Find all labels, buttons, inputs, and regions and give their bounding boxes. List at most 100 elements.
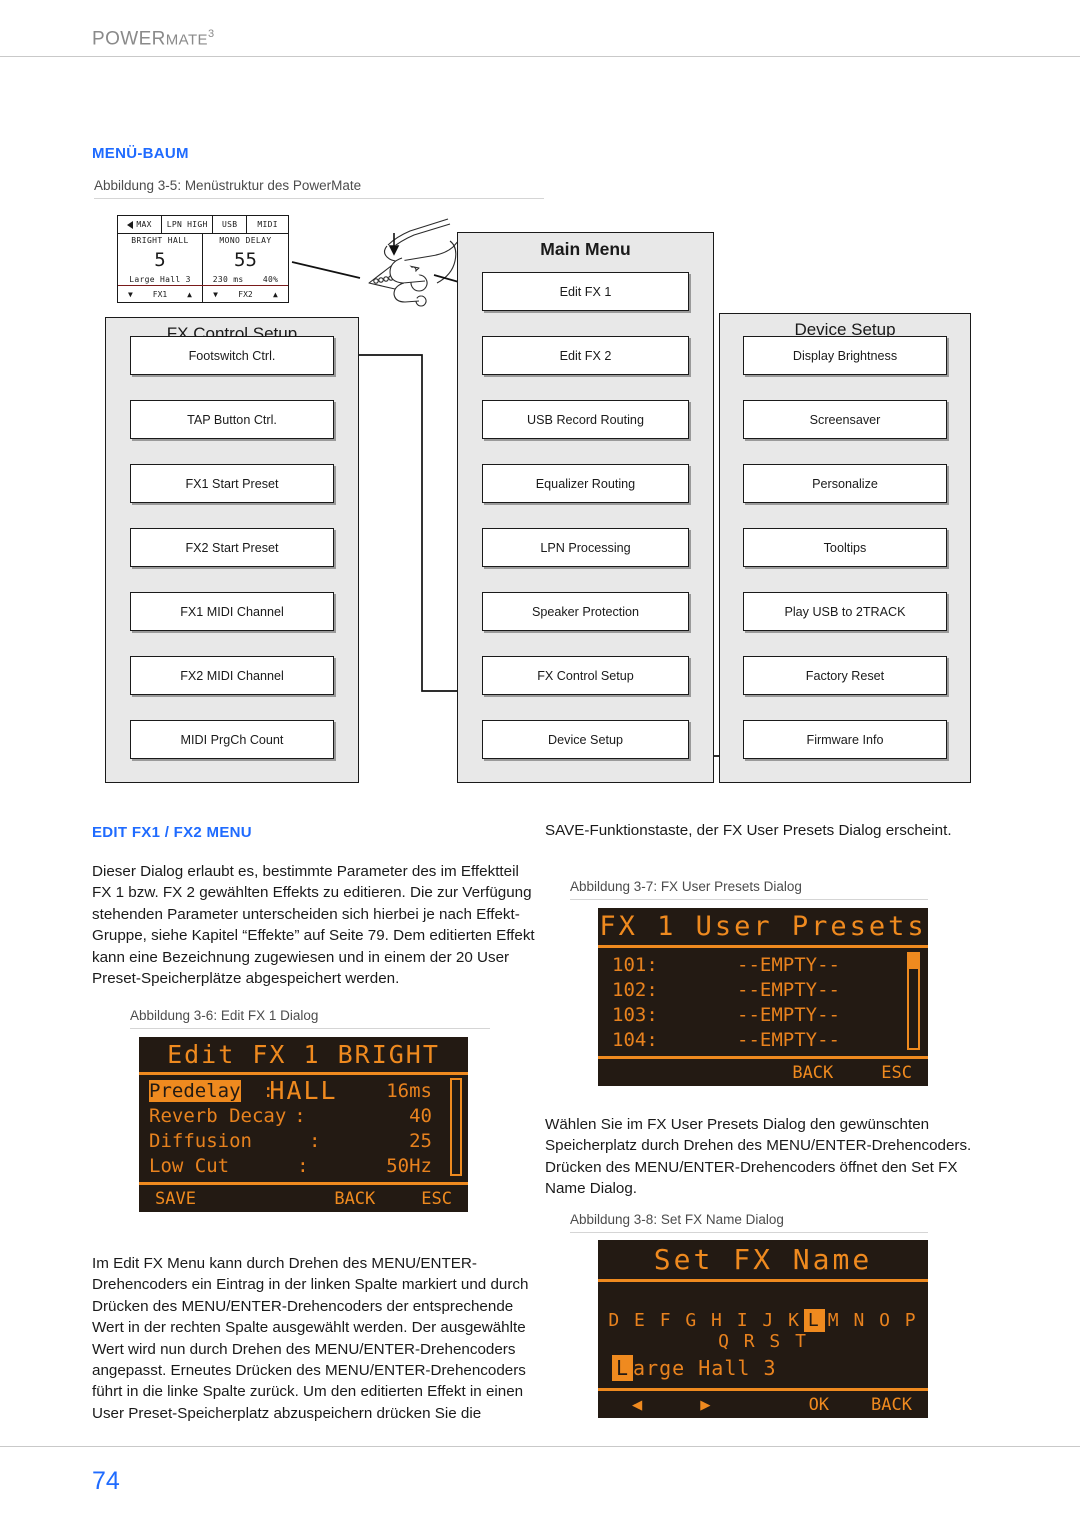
body-paragraph-right-1: SAVE-Funktionstaste, der FX User Presets…: [545, 820, 992, 841]
fx2-effect-name: MONO DELAY: [219, 236, 272, 245]
lcd-row-separator: :: [308, 1129, 321, 1152]
body-paragraph-right-2: Wählen Sie im FX User Presets Dialog den…: [545, 1114, 992, 1200]
status-midi: MIDI: [257, 220, 278, 229]
lcd-preset-row[interactable]: 102: --EMPTY--: [598, 977, 928, 1002]
lcd-scrollbar[interactable]: [450, 1078, 462, 1176]
node-play-usb-to-2track[interactable]: Play USB to 2TRACK: [743, 592, 947, 631]
preset-value: --EMPTY--: [737, 953, 840, 976]
lcd-row-value: 16ms: [386, 1079, 432, 1102]
name-first-char: L: [612, 1355, 634, 1381]
preset-value: --EMPTY--: [737, 978, 840, 1001]
lcd-alphabet-selector[interactable]: D E F G H I J KLM N O P Q R S T: [598, 1309, 928, 1352]
fx1-up-icon: ▲: [187, 290, 192, 299]
preset-value: --EMPTY--: [737, 1028, 840, 1051]
node-midi-prgch-count[interactable]: MIDI PrgCh Count: [130, 720, 334, 759]
footer-divider: [0, 1446, 1080, 1447]
softkey-right-arrow-icon[interactable]: ▶: [700, 1395, 710, 1415]
lcd-row-diffusion[interactable]: Diffusion : 25: [139, 1128, 468, 1153]
preset-slot: 102:: [612, 978, 658, 1001]
fx1-down-icon: ▼: [127, 290, 133, 299]
node-edit-fx-2[interactable]: Edit FX 2: [482, 336, 689, 375]
node-usb-record-routing[interactable]: USB Record Routing: [482, 400, 689, 439]
lcd-preset-row[interactable]: 103: --EMPTY--: [598, 1002, 928, 1027]
softkey-left-arrow-icon[interactable]: ◀: [632, 1395, 642, 1415]
softkey-ok[interactable]: OK: [809, 1395, 829, 1415]
lcd-row-reverb-decay[interactable]: Reverb Decay : 40: [139, 1103, 468, 1128]
device-lcd-overview: MAX LPN HIGH USB MIDI BRIGHT HALL 5 Larg…: [117, 215, 289, 303]
softkey-back[interactable]: BACK: [871, 1395, 912, 1415]
node-screensaver[interactable]: Screensaver: [743, 400, 947, 439]
fx2-label: FX2: [238, 290, 253, 299]
lcd-edit-fx1-dialog: Edit FX 1 BRIGHT HALL Predelay : 16ms Re…: [139, 1037, 468, 1212]
node-fx2-start-preset[interactable]: FX2 Start Preset: [130, 528, 334, 567]
running-head: POWERMATE3: [92, 28, 214, 50]
lcd-row-predelay[interactable]: Predelay : 16ms: [139, 1078, 468, 1103]
device-lcd-softkeys: ▼ FX1 ▲ ▼ FX2 ▲: [118, 285, 288, 303]
node-display-brightness[interactable]: Display Brightness: [743, 336, 947, 375]
node-factory-reset[interactable]: Factory Reset: [743, 656, 947, 695]
section-heading-edit-fx-label: EDIT FX1 / FX2 MENU: [92, 824, 252, 841]
section-heading-edit-fx: EDIT FX1 / FX2 MENU: [92, 824, 252, 842]
alphabet-before: D E F G H I J K: [608, 1310, 801, 1331]
lcd-row-value: 25: [409, 1129, 432, 1152]
fx2-preset-number: 55: [234, 248, 257, 271]
lcd-scrollbar[interactable]: [907, 952, 920, 1050]
group-title-main-menu: Main Menu: [540, 239, 631, 259]
node-device-setup[interactable]: Device Setup: [482, 720, 689, 759]
paragraph-text: SAVE-Funktionstaste, der FX User Presets…: [545, 822, 952, 839]
paragraph-text: Dieser Dialog erlaubt es, bestimmte Para…: [92, 863, 535, 988]
node-fx1-midi-channel[interactable]: FX1 MIDI Channel: [130, 592, 334, 631]
header-divider: [0, 56, 1080, 57]
body-paragraph-left-2: Im Edit FX Menu kann durch Drehen des ME…: [92, 1253, 539, 1424]
node-lpn-processing[interactable]: LPN Processing: [482, 528, 689, 567]
lcd-title-set-fx-name: Set FX Name: [598, 1240, 928, 1282]
softkey-save[interactable]: SAVE: [155, 1189, 196, 1209]
lcd-title-edit-fx1: Edit FX 1 BRIGHT HALL: [139, 1037, 468, 1105]
softkey-back[interactable]: BACK: [334, 1189, 375, 1209]
node-speaker-protection[interactable]: Speaker Protection: [482, 592, 689, 631]
lcd-name-field[interactable]: Large Hall 3: [612, 1355, 777, 1381]
preset-slot: 101:: [612, 953, 658, 976]
status-max: MAX: [118, 216, 163, 233]
figure-caption-3-7: Abbildung 3-7: FX User Presets Dialog: [570, 879, 928, 900]
alphabet-selected-char: L: [803, 1309, 825, 1332]
node-tap-button-ctrl[interactable]: TAP Button Ctrl.: [130, 400, 334, 439]
node-equalizer-routing[interactable]: Equalizer Routing: [482, 464, 689, 503]
lcd-row-label: Predelay: [149, 1079, 241, 1102]
fx1-label: FX1: [152, 290, 168, 299]
lcd-row-low-cut[interactable]: Low Cut : 50Hz: [139, 1153, 468, 1178]
lcd-preset-row[interactable]: 101: --EMPTY--: [598, 952, 928, 977]
softkey-esc[interactable]: ESC: [421, 1189, 452, 1209]
status-usb: USB: [213, 216, 248, 233]
node-firmware-info[interactable]: Firmware Info: [743, 720, 947, 759]
lcd-preset-row[interactable]: 104: --EMPTY--: [598, 1027, 928, 1052]
node-fx1-start-preset[interactable]: FX1 Start Preset: [130, 464, 334, 503]
lcd-row-value: 50Hz: [386, 1154, 432, 1177]
figure-caption-3-5: Abbildung 3-5: Menüstruktur des PowerMat…: [94, 178, 544, 199]
page-number: 74: [92, 1467, 120, 1495]
lcd-softkey-bar: BACK ESC: [598, 1056, 928, 1086]
lcd-row-separator: :: [297, 1154, 309, 1177]
node-edit-fx-1[interactable]: Edit FX 1: [482, 272, 689, 311]
node-fx2-midi-channel[interactable]: FX2 MIDI Channel: [130, 656, 334, 695]
name-rest: arge Hall 3: [633, 1356, 777, 1380]
softkey-esc[interactable]: ESC: [881, 1063, 912, 1083]
node-fx-control-setup[interactable]: FX Control Setup: [482, 656, 689, 695]
lcd-row-label: Low Cut: [149, 1154, 230, 1177]
node-personalize[interactable]: Personalize: [743, 464, 947, 503]
fx1-detail: Large Hall 3: [129, 275, 191, 284]
paragraph-text: Wählen Sie im FX User Presets Dialog den…: [545, 1116, 972, 1198]
softkey-fx2: ▼ FX2 ▲: [203, 286, 288, 303]
fx2-up-icon: ▲: [273, 290, 278, 299]
preset-slot: 104:: [612, 1028, 658, 1051]
speaker-icon: [127, 220, 134, 229]
preset-slot: 103:: [612, 1003, 658, 1026]
softkey-back[interactable]: BACK: [792, 1063, 833, 1083]
node-footswitch-ctrl[interactable]: Footswitch Ctrl.: [130, 336, 334, 375]
lcd-row-label: Reverb Decay: [149, 1104, 287, 1127]
document-page: POWERMATE3 MENÜ-BAUM Abbildung 3-5: Menü…: [0, 0, 1080, 1527]
node-tooltips[interactable]: Tooltips: [743, 528, 947, 567]
section-heading-menu-baum-label: MENÜ-BAUM: [92, 145, 189, 162]
body-paragraph-left-1: Dieser Dialog erlaubt es, bestimmte Para…: [92, 861, 539, 989]
lcd-scrollbar-thumb[interactable]: [909, 954, 918, 969]
